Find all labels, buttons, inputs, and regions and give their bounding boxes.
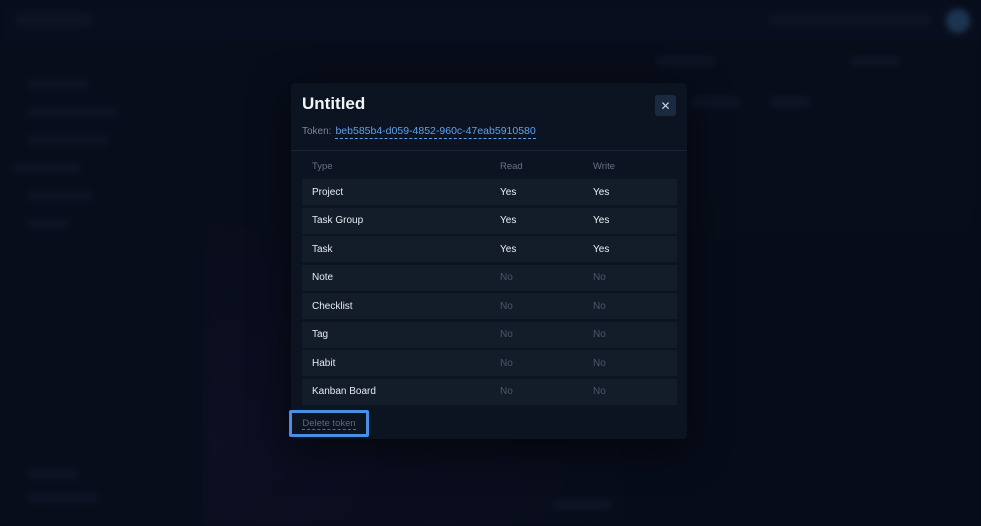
row-read: Yes bbox=[500, 215, 517, 226]
row-read: No bbox=[500, 329, 513, 340]
row-read: No bbox=[500, 357, 513, 369]
close-icon: ✕ bbox=[660, 98, 671, 113]
delete-token-button[interactable]: Delete token bbox=[289, 410, 369, 437]
table-row: Project Yes Yes bbox=[302, 179, 677, 205]
row-read: No bbox=[500, 386, 513, 397]
table-row: Note No No bbox=[302, 264, 677, 291]
table-header: Type Read Write bbox=[302, 153, 677, 179]
row-read: Yes bbox=[500, 186, 517, 198]
row-write: No bbox=[593, 300, 606, 312]
table-row: Tag No No bbox=[302, 321, 677, 348]
row-type: Task Group bbox=[312, 215, 364, 226]
permissions-table: Type Read Write Project Yes Yes Task Group Y… bbox=[302, 153, 677, 407]
row-type: Checklist bbox=[312, 300, 353, 312]
divider bbox=[291, 150, 687, 151]
row-read: No bbox=[500, 272, 513, 283]
row-write: Yes bbox=[593, 243, 610, 255]
row-type: Habit bbox=[312, 357, 336, 369]
row-type: Task bbox=[312, 243, 333, 255]
header-type: Type bbox=[312, 160, 333, 172]
row-write: Yes bbox=[593, 186, 610, 198]
token-value[interactable]: beb585b4-d059-4852-960c-47eab5910580 bbox=[335, 125, 536, 139]
header-read: Read bbox=[500, 160, 523, 172]
close-button[interactable]: ✕ bbox=[655, 95, 676, 116]
table-row: Task Group Yes Yes bbox=[302, 207, 677, 234]
token-label: Token: bbox=[302, 126, 332, 137]
row-write: No bbox=[593, 357, 606, 369]
row-type: Note bbox=[312, 272, 334, 283]
table-row: Kanban Board No No bbox=[302, 378, 677, 405]
row-read: No bbox=[500, 300, 513, 312]
row-write: No bbox=[593, 386, 606, 397]
token-row: Token: beb585b4-d059-4852-960c-47eab5910… bbox=[302, 125, 536, 139]
row-type: Tag bbox=[312, 329, 329, 340]
row-type: Kanban Board bbox=[312, 386, 376, 397]
row-type: Project bbox=[312, 186, 344, 198]
row-write: No bbox=[593, 272, 606, 283]
row-write: No bbox=[593, 329, 606, 340]
delete-token-label: Delete token bbox=[302, 417, 356, 430]
table-row: Habit No No bbox=[302, 350, 677, 376]
row-read: Yes bbox=[500, 243, 517, 255]
table-row: Checklist No No bbox=[302, 293, 677, 319]
row-write: Yes bbox=[593, 215, 610, 226]
modal-title: Untitled bbox=[302, 94, 366, 113]
token-details-modal: Untitled ✕ Token: beb585b4-d059-4852-960… bbox=[291, 83, 687, 439]
table-row: Task Yes Yes bbox=[302, 236, 677, 262]
header-write: Write bbox=[593, 160, 615, 172]
